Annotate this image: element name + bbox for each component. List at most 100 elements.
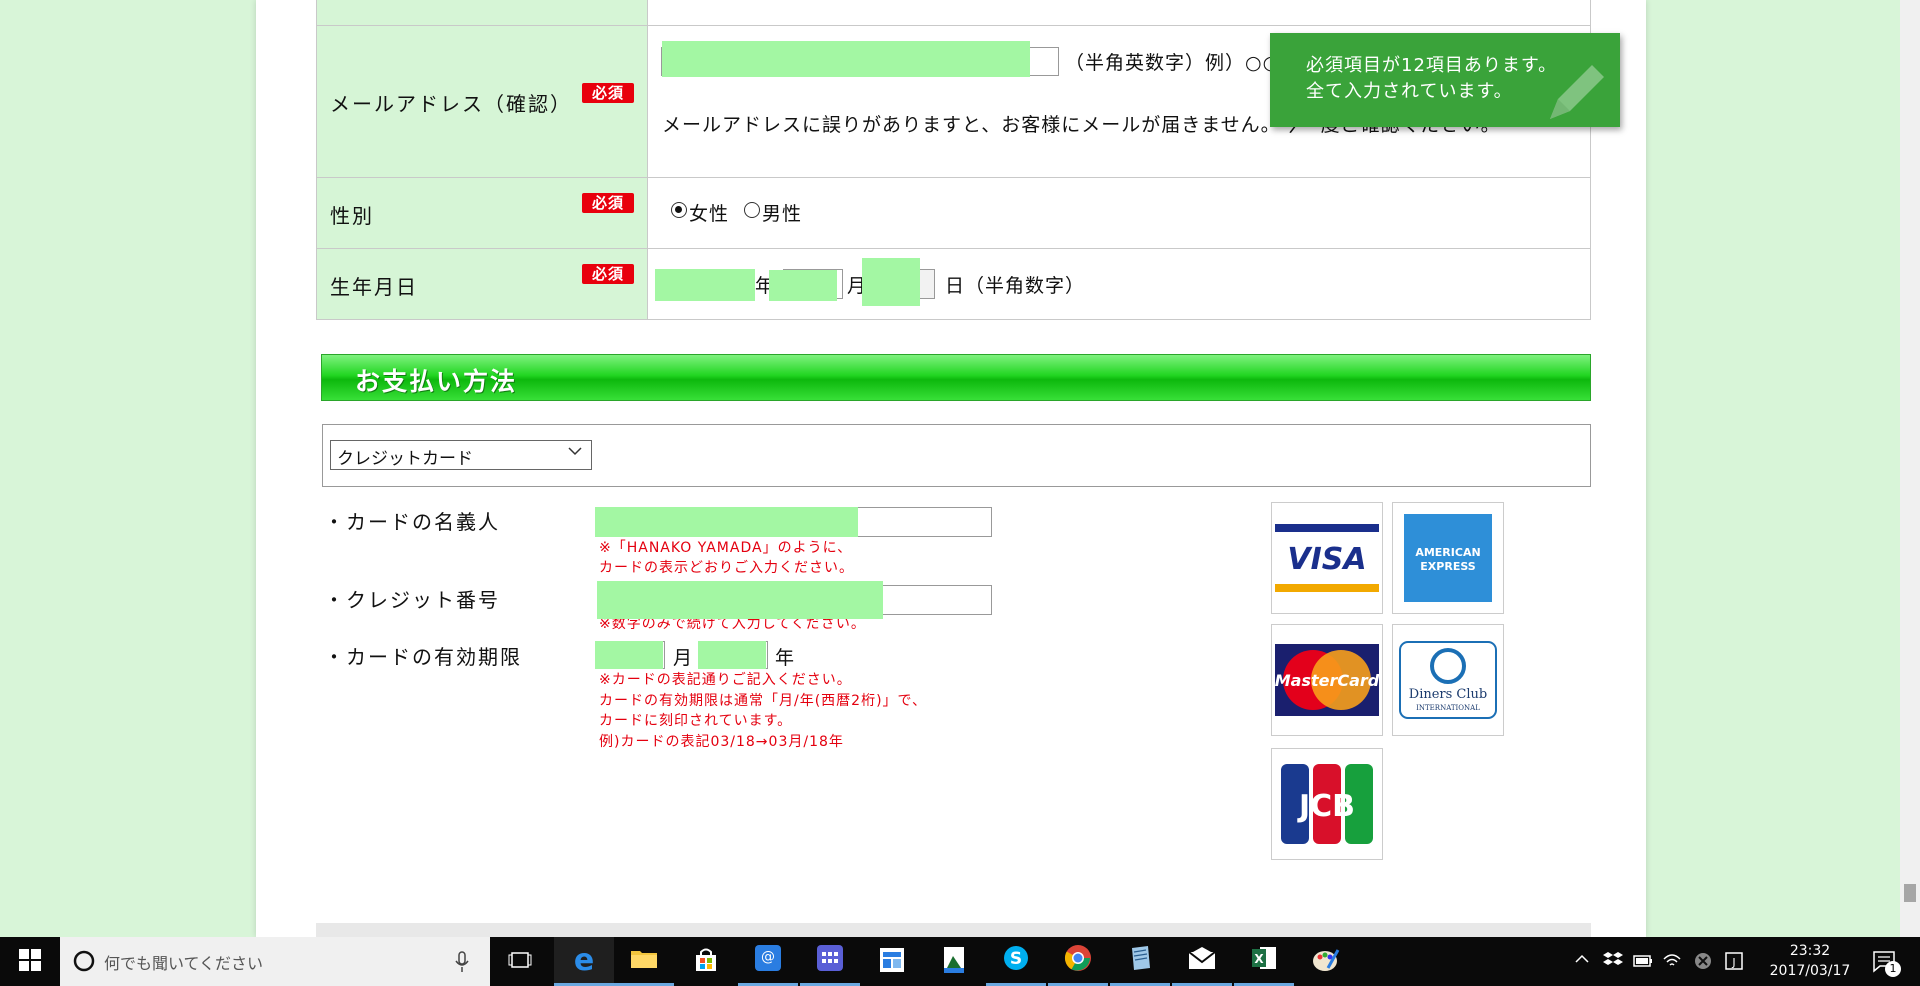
pencil-icon bbox=[1540, 49, 1610, 127]
clock-time: 23:32 bbox=[1789, 943, 1831, 959]
form-row-top-partial bbox=[316, 0, 1591, 26]
taskbar-mail-app[interactable] bbox=[1172, 937, 1232, 986]
window-app-icon bbox=[879, 947, 905, 977]
payment-method-box: クレジットカード bbox=[322, 424, 1591, 487]
taskbar-news-app[interactable] bbox=[862, 937, 922, 986]
gender-option-female[interactable]: 女性 bbox=[689, 199, 729, 226]
required-badge: 必須 bbox=[582, 83, 634, 103]
notepad-icon bbox=[1126, 944, 1154, 976]
input-method-icon[interactable]: J bbox=[1724, 951, 1744, 975]
gender-label-cell: 性別 必須 bbox=[317, 178, 648, 248]
mastercard-logo: MasterCard bbox=[1271, 624, 1383, 736]
cortana-icon bbox=[72, 949, 96, 977]
expiry-note-1: ※カードの表記通りご記入ください。 bbox=[599, 672, 852, 688]
grid-app-icon bbox=[816, 944, 844, 976]
folder-icon bbox=[630, 947, 658, 973]
taskbar-skype[interactable]: S bbox=[986, 937, 1046, 986]
volume-muted-icon[interactable] bbox=[1693, 951, 1713, 975]
clock-date: 2017/03/17 bbox=[1769, 963, 1851, 979]
card-holder-fill bbox=[595, 507, 858, 537]
email-confirm-label: メールアドレス（確認） bbox=[330, 92, 572, 116]
store-icon bbox=[693, 947, 719, 977]
expiry-note-2: カードの有効期限は通常「月/年(西暦2桁)」で、 bbox=[599, 693, 927, 709]
search-placeholder: 何でも聞いてください bbox=[104, 954, 264, 973]
task-view-button[interactable] bbox=[490, 937, 550, 986]
email-confirm-input-fill bbox=[662, 41, 1030, 77]
cortana-search-box[interactable]: 何でも聞いてください bbox=[60, 937, 490, 986]
tray-overflow-chevron-icon[interactable] bbox=[1574, 951, 1590, 971]
email-confirm-label-cell: メールアドレス（確認） 必須 bbox=[317, 26, 648, 177]
taskbar-menu-app[interactable]: @ bbox=[738, 937, 798, 986]
svg-text:J: J bbox=[1731, 956, 1735, 969]
excel-icon: X bbox=[1250, 944, 1278, 976]
system-clock[interactable]: 23:32 2017/03/17 bbox=[1760, 941, 1860, 981]
birth-day-fill bbox=[862, 258, 920, 306]
card-number-label: ・クレジット番号 bbox=[324, 588, 500, 612]
dropbox-icon[interactable] bbox=[1603, 950, 1623, 974]
birth-year-select[interactable] bbox=[655, 269, 755, 301]
jcb-logo: JCB bbox=[1271, 748, 1383, 860]
taskbar-chrome[interactable] bbox=[1048, 937, 1108, 986]
windows-logo-icon bbox=[19, 948, 41, 975]
taskbar-store[interactable] bbox=[676, 937, 736, 986]
document-app-icon bbox=[941, 946, 967, 978]
notification-count-badge: 1 bbox=[1885, 961, 1901, 977]
birth-day-suffix: 日（半角数字） bbox=[945, 275, 1086, 297]
at-menu-icon: @ bbox=[754, 944, 782, 976]
page-scrollbar[interactable] bbox=[1900, 0, 1920, 937]
svg-text:@: @ bbox=[761, 949, 775, 965]
taskbar-calculator-app[interactable] bbox=[800, 937, 860, 986]
toast-line-2: 全て入力されています。 bbox=[1306, 81, 1513, 102]
palette-icon bbox=[1312, 946, 1340, 978]
svg-text:INTERNATIONAL: INTERNATIONAL bbox=[1416, 704, 1480, 712]
svg-text:AMERICAN: AMERICAN bbox=[1415, 546, 1480, 559]
svg-text:S: S bbox=[1010, 949, 1022, 969]
taskbar-notepad-app[interactable] bbox=[1110, 937, 1170, 986]
svg-text:EXPRESS: EXPRESS bbox=[1420, 560, 1475, 573]
start-button[interactable] bbox=[0, 937, 60, 986]
battery-icon[interactable] bbox=[1633, 953, 1653, 972]
card-holder-note-1: ※「HANAKO YAMADA」のように、 bbox=[599, 540, 853, 556]
expiry-month-fill bbox=[595, 641, 663, 669]
scrollbar-thumb[interactable] bbox=[1904, 884, 1916, 902]
taskbar-excel[interactable]: X bbox=[1234, 937, 1294, 986]
birthday-label: 生年月日 bbox=[330, 275, 418, 299]
svg-text:JCB: JCB bbox=[1297, 789, 1355, 824]
expiry-month-suffix: 月 bbox=[673, 647, 694, 669]
gender-radio-male[interactable] bbox=[744, 202, 760, 218]
taskbar-file-explorer[interactable] bbox=[614, 937, 674, 986]
chrome-icon bbox=[1064, 944, 1092, 976]
payment-section-header: お支払い方法 bbox=[321, 354, 1591, 401]
task-view-icon bbox=[508, 950, 532, 974]
skype-icon: S bbox=[1002, 944, 1030, 976]
taskbar-paint-app[interactable] bbox=[1296, 937, 1356, 986]
mail-icon bbox=[1188, 946, 1216, 974]
payment-method-select[interactable]: クレジットカード bbox=[330, 440, 592, 470]
card-number-fill bbox=[597, 581, 883, 619]
svg-text:MasterCard: MasterCard bbox=[1275, 671, 1380, 690]
page-bottom-strip bbox=[316, 923, 1591, 937]
validation-toast[interactable]: 必須項目が12項目あります。 全て入力されています。 bbox=[1270, 33, 1620, 127]
gender-radio-female[interactable] bbox=[671, 202, 687, 218]
form-row-gender: 性別 必須 女性 男性 bbox=[316, 177, 1591, 249]
wifi-icon[interactable] bbox=[1662, 951, 1682, 973]
card-holder-label: ・カードの名義人 bbox=[324, 510, 500, 534]
taskbar-edge[interactable]: e bbox=[554, 937, 614, 986]
expiry-note-3: カードに刻印されています。 bbox=[599, 713, 793, 729]
chevron-down-icon bbox=[567, 443, 583, 464]
edge-icon: e bbox=[573, 942, 595, 978]
microphone-icon[interactable] bbox=[454, 951, 470, 977]
taskbar-photos-app[interactable] bbox=[924, 937, 984, 986]
payment-heading: お支払い方法 bbox=[355, 367, 518, 396]
required-badge: 必須 bbox=[582, 264, 634, 284]
gender-option-male[interactable]: 男性 bbox=[762, 199, 802, 226]
expiry-year-suffix: 年 bbox=[775, 647, 796, 669]
card-holder-note-2: カードの表示どおりご入力ください。 bbox=[599, 560, 854, 576]
birthday-label-cell: 生年月日 必須 bbox=[317, 249, 648, 319]
windows-taskbar: 何でも聞いてください e @ S X J 23:32 2017/03/17 1 bbox=[0, 937, 1920, 986]
payment-method-value: クレジットカード bbox=[337, 449, 473, 469]
expiry-note-4: 例)カードの表記03/18→03月/18年 bbox=[599, 734, 844, 750]
expiry-year-fill bbox=[698, 641, 766, 669]
gender-label: 性別 bbox=[330, 204, 374, 228]
birth-month-fill bbox=[769, 270, 837, 301]
